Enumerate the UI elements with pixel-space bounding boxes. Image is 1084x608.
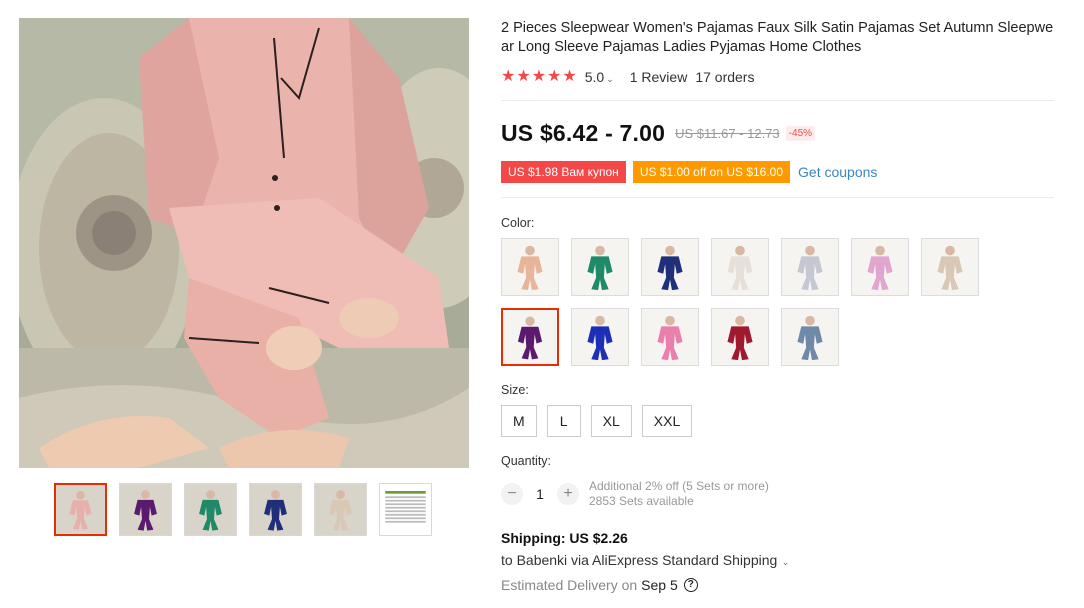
chevron-down-icon: ⌄ (606, 74, 614, 84)
color-swatch-champagne[interactable] (921, 238, 979, 296)
color-swatch-wine-red[interactable] (711, 308, 769, 366)
shipping-destination[interactable]: to Babenki via AliExpress Standard Shipp… (501, 552, 789, 568)
color-swatch-rose-pink[interactable] (641, 308, 699, 366)
quantity-note: Additional 2% off (5 Sets or more) 2853 … (589, 479, 769, 509)
gallery-thumbnails (54, 483, 432, 536)
store-coupon-badge[interactable]: US $1.98 Вам купон (501, 161, 626, 183)
color-swatch-green[interactable] (571, 238, 629, 296)
question-icon[interactable]: ? (683, 578, 698, 592)
quantity-plus-button[interactable]: + (557, 483, 579, 505)
gallery-thumbnail[interactable] (54, 483, 107, 536)
discount-badge: -45% (785, 126, 816, 141)
color-swatch-peach[interactable] (501, 238, 559, 296)
chevron-down-icon: ⌄ (779, 557, 790, 567)
color-swatch-purple[interactable] (501, 308, 559, 366)
stock-available-note: 2853 Sets available (589, 494, 694, 508)
quantity-stepper: − 1 + Additional 2% off (5 Sets or more)… (501, 479, 769, 509)
coupon-row: US $1.98 Вам купон US $1.00 off on US $1… (501, 161, 877, 183)
rating-value[interactable]: 5.0 ⌄ (585, 69, 614, 85)
estimated-delivery: Estimated Delivery on Sep 5 ? (501, 577, 698, 593)
rating-stars: ★ ★ ★ ★ ★ (501, 69, 577, 85)
price-row: US $6.42 - 7.00 US $11.67 - 12.73 -45% (501, 120, 816, 147)
original-price: US $11.67 - 12.73 (675, 126, 780, 141)
size-option-m[interactable]: M (501, 405, 537, 437)
size-options: M L XL XXL (501, 405, 693, 437)
star-icon: ★ (501, 68, 516, 85)
quantity-value[interactable]: 1 (523, 486, 557, 502)
star-icon: ★ (547, 68, 562, 85)
product-title: 2 Pieces Sleepwear Women's Pajamas Faux … (501, 20, 1054, 55)
gallery-thumbnail[interactable] (119, 483, 172, 536)
star-icon: ★ (531, 68, 547, 85)
star-icon: ★ (516, 68, 531, 85)
offer-coupon-badge[interactable]: US $1.00 off on US $16.00 (632, 161, 791, 183)
color-swatch-royal-blue[interactable] (571, 308, 629, 366)
color-swatch-white[interactable] (711, 238, 769, 296)
quantity-label: Quantity: (501, 454, 552, 468)
gallery-thumbnail[interactable] (184, 483, 237, 536)
quantity-minus-button[interactable]: − (501, 483, 523, 505)
rating-row: ★ ★ ★ ★ ★ 5.0 ⌄ 1 Review 17 orders (501, 67, 754, 87)
divider (501, 100, 1054, 101)
gallery-thumbnail[interactable] (379, 483, 432, 536)
color-label: Color: (501, 216, 535, 230)
get-coupons-link[interactable]: Get coupons (798, 164, 877, 180)
color-swatch-steel-blue[interactable] (781, 308, 839, 366)
bulk-discount-note: Additional 2% off (5 Sets or more) (589, 479, 769, 493)
star-icon: ★ (562, 68, 577, 85)
divider (501, 197, 1054, 198)
color-swatch-navy[interactable] (641, 238, 699, 296)
color-swatch-light-gray[interactable] (781, 238, 839, 296)
size-label: Size: (501, 383, 529, 397)
gallery-thumbnail[interactable] (314, 483, 367, 536)
estimated-delivery-date: Sep 5 (641, 577, 678, 593)
estimated-delivery-label: Estimated Delivery on (501, 577, 638, 593)
current-price: US $6.42 - 7.00 (501, 120, 666, 146)
reviews-link[interactable]: 1 Review (630, 69, 688, 85)
shipping-cost: Shipping: US $2.26 (501, 530, 628, 546)
gallery-thumbnail[interactable] (249, 483, 302, 536)
color-swatch-pink-lilac[interactable] (851, 238, 909, 296)
orders-count: 17 orders (695, 69, 755, 85)
size-option-xl[interactable]: XL (590, 405, 632, 437)
main-product-image[interactable] (19, 18, 469, 468)
size-option-l[interactable]: L (546, 405, 581, 437)
size-option-xxl[interactable]: XXL (641, 405, 693, 437)
